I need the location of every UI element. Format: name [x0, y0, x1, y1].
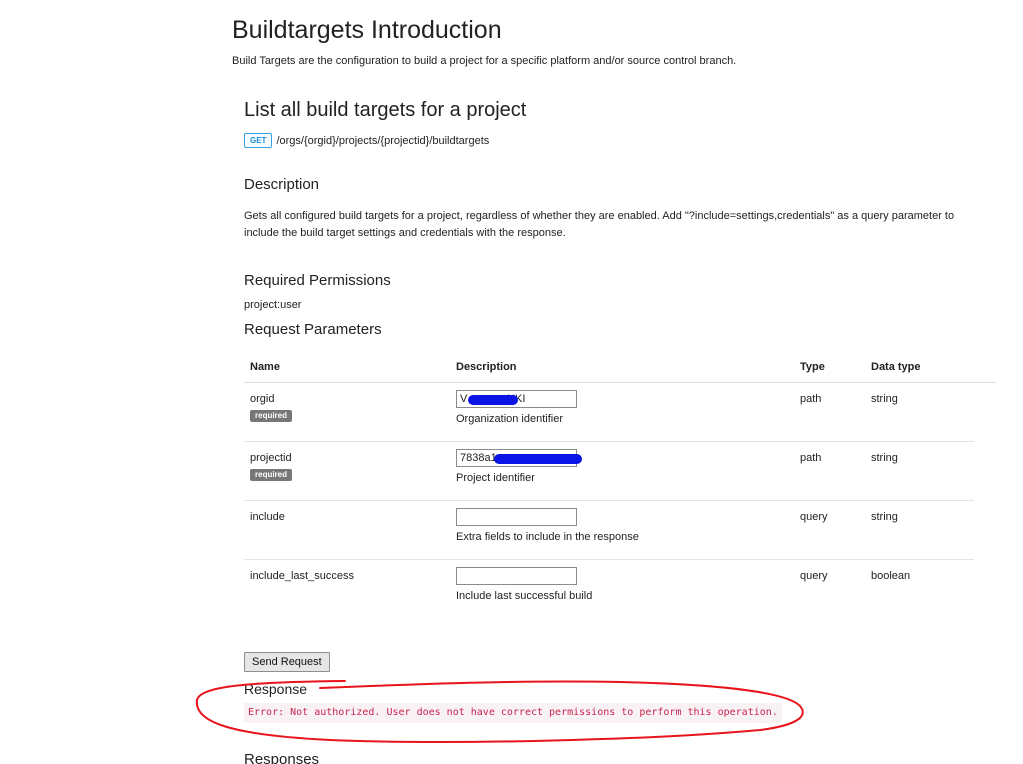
param-description: Extra fields to include in the response — [456, 531, 639, 543]
param-data-type: string — [871, 393, 898, 405]
endpoint-path: /orgs/{orgid}/projects/{projectid}/build… — [276, 134, 490, 147]
send-request-button[interactable]: Send Request — [244, 652, 330, 672]
permissions-value: project:user — [244, 299, 302, 311]
include-input[interactable] — [456, 508, 577, 526]
param-name: orgid — [250, 393, 275, 405]
param-type: path — [800, 452, 822, 464]
param-name: projectid — [250, 452, 292, 464]
param-description: Include last successful build — [456, 590, 593, 602]
param-data-type: string — [871, 452, 898, 464]
param-name: include — [250, 511, 285, 523]
required-badge: required — [250, 410, 293, 422]
table-row: projectid required Project identifier pa… — [244, 442, 974, 501]
include-last-success-input[interactable] — [456, 567, 577, 585]
endpoint-title: List all build targets for a project — [244, 99, 527, 121]
response-error-text: Error: Not authorized. User does not hav… — [244, 703, 782, 723]
api-docs-page: Buildtargets Introduction Build Targets … — [0, 0, 1023, 764]
table-row: include Extra fields to include in the r… — [244, 501, 974, 560]
column-header-description: Description — [456, 361, 517, 373]
endpoint-line: GET /orgs/{orgid}/projects/{projectid}/b… — [244, 133, 489, 148]
description-heading: Description — [244, 176, 320, 193]
page-subtitle: Build Targets are the configuration to b… — [232, 55, 737, 67]
param-description: Project identifier — [456, 472, 535, 484]
method-badge: GET — [244, 133, 273, 148]
column-header-name: Name — [250, 361, 280, 373]
table-row: include_last_success Include last succes… — [244, 560, 974, 618]
param-type: path — [800, 393, 822, 405]
page-title: Buildtargets Introduction — [232, 16, 502, 44]
redaction-mark — [468, 395, 518, 405]
param-type: query — [800, 511, 828, 523]
description-text: Gets all configured build targets for a … — [244, 210, 955, 239]
param-name: include_last_success — [250, 570, 354, 582]
permissions-heading: Required Permissions — [244, 272, 391, 289]
parameters-heading: Request Parameters — [244, 321, 382, 338]
response-heading: Response — [244, 681, 308, 697]
param-description: Organization identifier — [456, 413, 564, 425]
param-data-type: string — [871, 511, 898, 523]
column-header-data-type: Data type — [871, 361, 921, 373]
responses-heading: Responses — [244, 751, 320, 764]
parameters-table: Name Description Type Data type orgid re… — [244, 355, 996, 618]
param-type: query — [800, 570, 828, 582]
required-badge: required — [250, 469, 293, 481]
table-row: orgid required Organization identifier p… — [244, 383, 974, 442]
redaction-mark — [494, 454, 582, 464]
param-data-type: boolean — [871, 570, 911, 582]
column-header-type: Type — [800, 361, 825, 373]
table-header: Name Description Type Data type — [244, 355, 996, 383]
